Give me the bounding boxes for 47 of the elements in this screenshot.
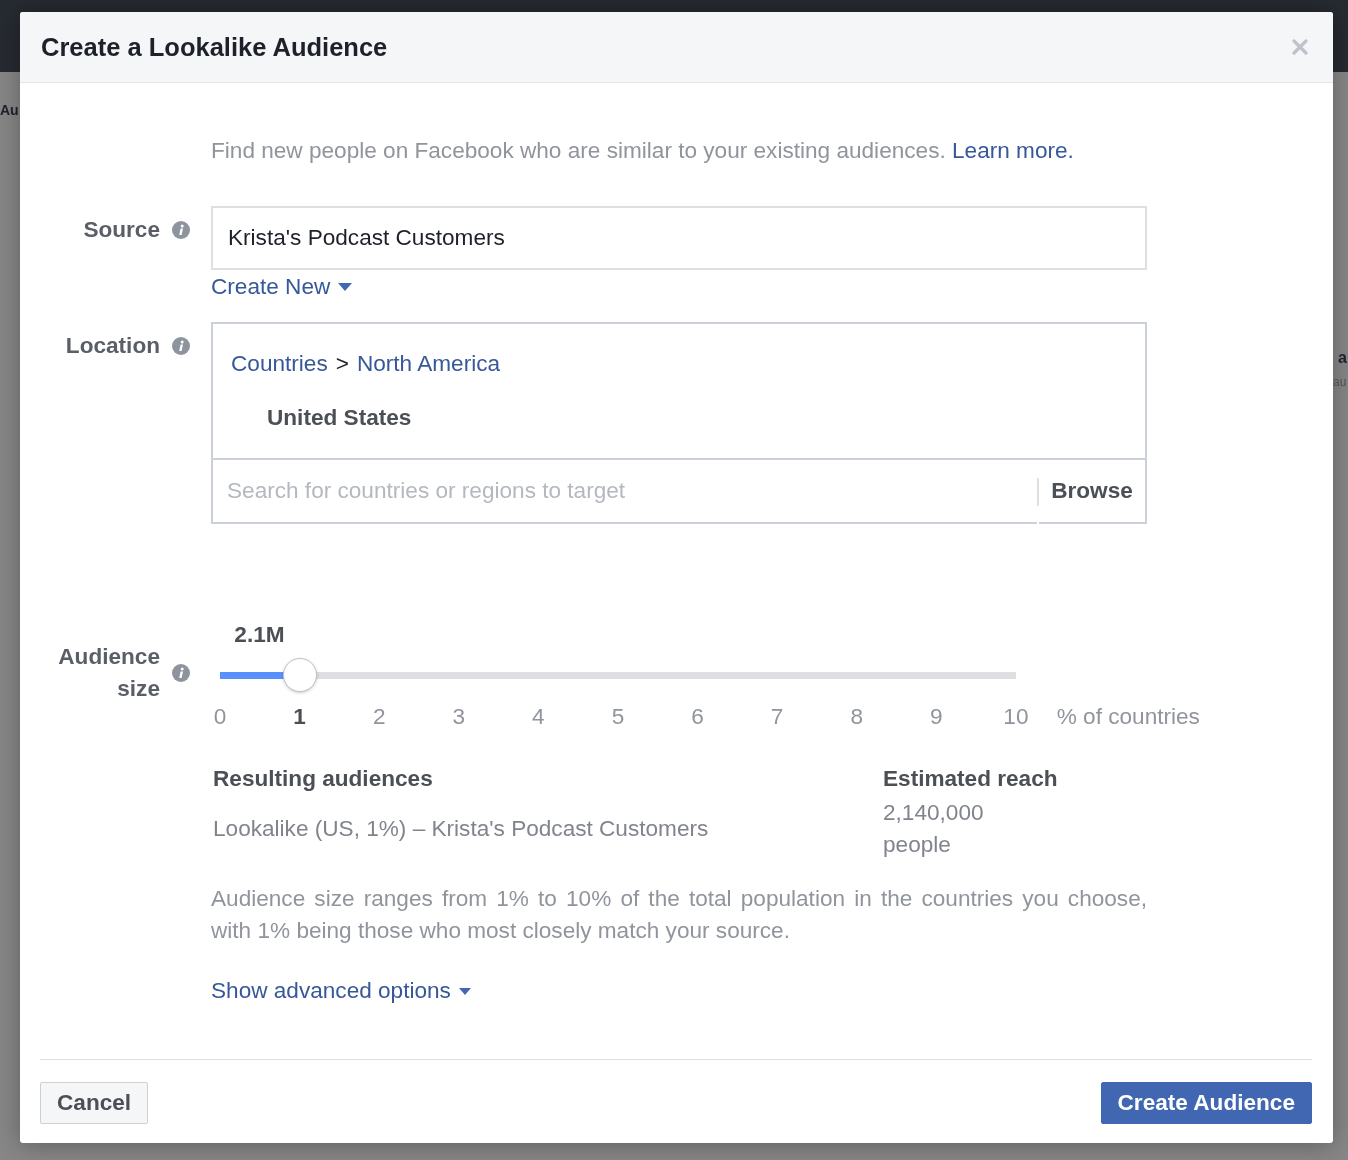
learn-more-link[interactable]: Learn more. xyxy=(952,138,1074,163)
background-heading-text: Au xyxy=(0,101,19,120)
estimated-reach-value: 2,140,000 xyxy=(883,799,984,827)
estimated-reach-heading: Estimated reach xyxy=(883,765,1058,793)
breadcrumb-link[interactable]: Countries xyxy=(231,350,328,378)
slider-tick-label[interactable]: 4 xyxy=(532,703,545,731)
slider-unit-label: % of countries xyxy=(1056,703,1200,731)
slider-value-label: 2.1M xyxy=(234,621,285,649)
resulting-audiences-heading: Resulting audiences xyxy=(213,765,433,793)
browse-button[interactable]: Browse xyxy=(1039,460,1147,524)
caret-icon xyxy=(458,987,471,995)
resulting-audience-name: Lookalike (US, 1%) – Krista's Podcast Customers xyxy=(213,815,709,843)
slider-tick-label[interactable]: 6 xyxy=(691,703,704,731)
audience-size-slider[interactable] xyxy=(220,658,1016,692)
selected-location[interactable]: United States xyxy=(267,405,412,430)
location-search-field[interactable]: Search for countries or regions to target xyxy=(211,460,1037,524)
slider-tick-label[interactable]: 10 xyxy=(1003,703,1029,731)
source-label: Source xyxy=(83,216,160,244)
slider-track[interactable] xyxy=(220,671,1016,679)
breadcrumb-link[interactable]: North America xyxy=(356,350,501,378)
info-icon[interactable] xyxy=(172,221,190,239)
slider-handle[interactable] xyxy=(282,658,317,692)
slider-tick-label[interactable]: 5 xyxy=(611,703,625,731)
source-field[interactable]: Krista's Podcast Customers xyxy=(211,206,1147,270)
breadcrumb-separator: > xyxy=(335,350,349,378)
estimated-reach-unit: people xyxy=(883,831,951,859)
slider-tick-label[interactable]: 7 xyxy=(770,703,784,731)
create-new-link[interactable]: Create New xyxy=(211,273,353,301)
slider-tick-label[interactable]: 1 xyxy=(293,703,306,731)
show-advanced-options-link[interactable]: Show advanced options xyxy=(211,977,471,1005)
intro-text: Find new people on Facebook who are similar to your existing audiences. Learn more. xyxy=(210,137,1075,165)
dialog-title: Create a Lookalike Audience xyxy=(41,32,388,62)
caret-icon xyxy=(338,283,353,291)
create-audience-button[interactable]: Create Audience xyxy=(1100,1082,1312,1124)
location-label: Location xyxy=(65,332,160,360)
slider-tick-label[interactable]: 9 xyxy=(930,703,943,731)
info-icon[interactable] xyxy=(172,337,190,355)
slider-tick-label[interactable]: 2 xyxy=(372,703,386,731)
slider-tick-label[interactable]: 8 xyxy=(850,703,864,731)
info-icon[interactable] xyxy=(172,664,190,682)
slider-tick-label[interactable]: 0 xyxy=(213,703,227,731)
slider-tick-label[interactable]: 3 xyxy=(452,703,466,731)
cancel-button[interactable]: Cancel xyxy=(40,1082,149,1124)
audience-size-label: Audience size xyxy=(57,643,160,703)
close-icon[interactable] xyxy=(1292,39,1308,55)
audience-size-note: Audience size ranges from 1% to 10% of the total population in the countries you choose, with 1% being those who most closely match your source. xyxy=(211,885,1147,945)
background-title-text: a xyxy=(1337,348,1347,368)
